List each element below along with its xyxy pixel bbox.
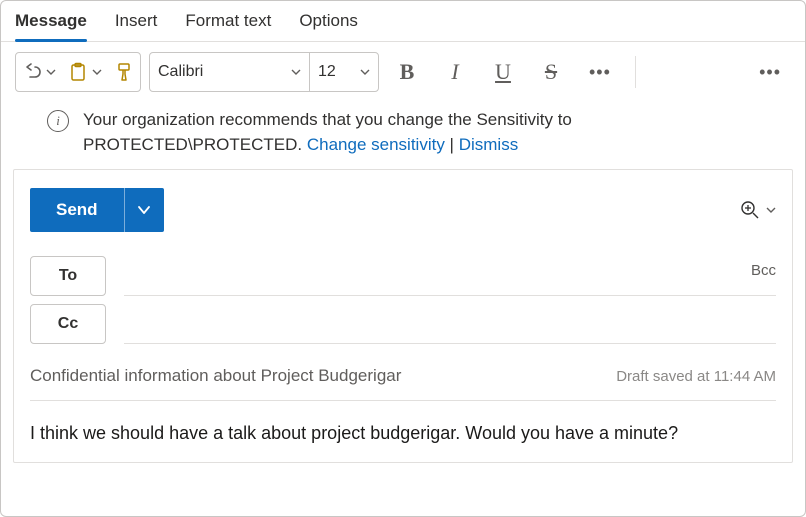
formatting-toolbar: Calibri 12 B I U S ••• ••• xyxy=(1,42,805,102)
ribbon-tabbar: Message Insert Format text Options xyxy=(1,1,805,42)
change-sensitivity-link[interactable]: Change sensitivity xyxy=(307,135,445,154)
compose-window: Message Insert Format text Options xyxy=(0,0,806,517)
to-field[interactable]: Bcc xyxy=(124,256,776,296)
font-group: Calibri 12 xyxy=(149,52,379,92)
undo-button[interactable] xyxy=(16,53,62,91)
infobar-text-line1: Your organization recommends that you ch… xyxy=(83,110,572,129)
zoom-control[interactable] xyxy=(740,200,776,220)
font-family-value: Calibri xyxy=(158,63,203,81)
toolbar-separator xyxy=(635,56,636,88)
underline-button[interactable]: U xyxy=(483,53,523,91)
chevron-down-icon xyxy=(291,67,301,77)
send-split-button[interactable]: Send xyxy=(30,188,164,232)
chevron-down-icon xyxy=(360,67,370,77)
more-formatting-button[interactable]: ••• xyxy=(579,62,621,83)
undo-icon xyxy=(22,62,42,82)
tab-insert[interactable]: Insert xyxy=(115,11,158,41)
chevron-down-icon xyxy=(46,67,56,77)
cc-field[interactable] xyxy=(124,304,776,344)
info-icon: i xyxy=(47,110,69,132)
send-row: Send xyxy=(30,170,776,252)
ribbon-overflow-button[interactable]: ••• xyxy=(749,62,791,83)
infobar-message: Your organization recommends that you ch… xyxy=(83,108,572,157)
infobar-separator: | xyxy=(445,135,459,154)
to-row: To Bcc xyxy=(30,252,776,300)
chevron-down-icon xyxy=(137,203,151,217)
font-family-select[interactable]: Calibri xyxy=(150,53,310,91)
chevron-down-icon xyxy=(92,67,102,77)
clipboard-icon xyxy=(68,62,88,82)
paste-button[interactable] xyxy=(62,53,108,91)
zoom-in-icon xyxy=(740,200,760,220)
quick-actions-group xyxy=(15,52,141,92)
sensitivity-infobar: i Your organization recommends that you … xyxy=(1,102,805,169)
format-painter-button[interactable] xyxy=(108,53,140,91)
font-size-select[interactable]: 12 xyxy=(310,53,378,91)
send-button[interactable]: Send xyxy=(30,188,124,232)
subject-row: Confidential information about Project B… xyxy=(30,348,776,401)
strikethrough-button[interactable]: S xyxy=(531,53,571,91)
compose-panel: Send To Bcc Cc xyxy=(13,169,793,463)
cc-row: Cc xyxy=(30,300,776,348)
subject-field[interactable]: Confidential information about Project B… xyxy=(30,366,401,386)
chevron-down-icon xyxy=(766,205,776,215)
send-options-button[interactable] xyxy=(124,188,164,232)
italic-button[interactable]: I xyxy=(435,53,475,91)
bold-button[interactable]: B xyxy=(387,53,427,91)
tab-options[interactable]: Options xyxy=(299,11,358,41)
cc-button[interactable]: Cc xyxy=(30,304,106,344)
message-body[interactable]: I think we should have a talk about proj… xyxy=(30,401,776,444)
paintbrush-icon xyxy=(114,62,134,82)
bcc-toggle[interactable]: Bcc xyxy=(751,262,776,279)
to-button[interactable]: To xyxy=(30,256,106,296)
tab-format-text[interactable]: Format text xyxy=(185,11,271,41)
draft-status: Draft saved at 11:44 AM xyxy=(616,368,776,385)
font-size-value: 12 xyxy=(318,63,336,81)
dismiss-link[interactable]: Dismiss xyxy=(459,135,519,154)
infobar-text-line2: PROTECTED\PROTECTED. xyxy=(83,135,307,154)
tab-message[interactable]: Message xyxy=(15,11,87,41)
